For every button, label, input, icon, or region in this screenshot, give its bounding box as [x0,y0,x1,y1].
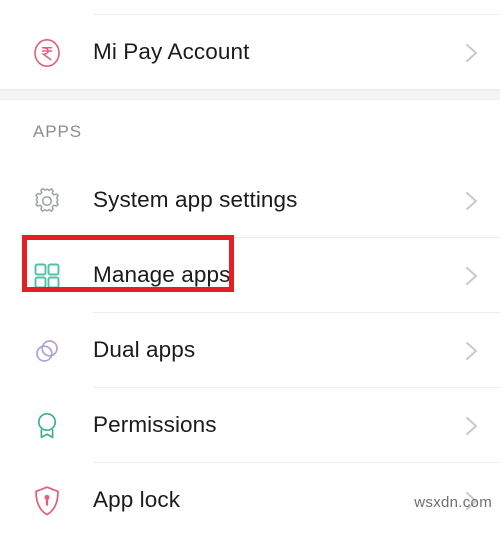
chevron-right-icon[interactable] [442,185,500,217]
settings-row-label: Mi Pay Account [93,39,250,65]
chevron-right-icon[interactable] [442,260,500,292]
divider [0,89,500,90]
watermark: wsxdn.com [414,494,492,511]
chevron-right-icon[interactable] [442,37,500,69]
settings-screen: Mi Pay Account APPS System app settings [0,0,500,538]
settings-row-label: Dual apps [93,337,196,363]
rupee-circle-icon [0,37,93,69]
section-band [0,90,500,100]
settings-row-dual-apps[interactable]: Dual apps [0,313,500,388]
settings-row-label: Permissions [93,412,217,438]
settings-row-manage-apps[interactable]: Manage apps [0,238,500,313]
shield-lock-icon [0,484,93,518]
settings-row-mi-pay-account[interactable]: Mi Pay Account [0,15,500,90]
settings-row-label: App lock [93,487,181,513]
grid-squares-icon [0,261,93,291]
settings-row-permissions[interactable]: Permissions [0,388,500,463]
gear-icon [0,185,93,217]
chevron-right-icon[interactable] [442,335,500,367]
settings-row-system-app-settings[interactable]: System app settings [0,163,500,238]
settings-row-label: System app settings [93,187,298,213]
overlapping-circles-icon [0,335,93,367]
top-spacer [0,0,500,15]
award-badge-icon [0,409,93,443]
settings-row-label: Manage apps [93,262,231,288]
section-header-apps: APPS [0,100,500,163]
section-header-label: APPS [33,121,82,141]
chevron-right-icon[interactable] [442,410,500,442]
